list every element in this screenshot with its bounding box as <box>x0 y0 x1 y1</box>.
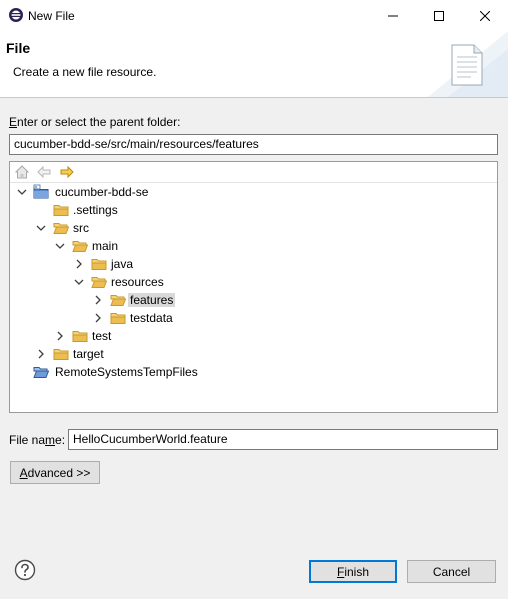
folder-icon <box>53 349 69 360</box>
tree-item-label: .settings <box>73 203 118 217</box>
maximize-icon <box>434 10 444 21</box>
tree-item-target[interactable]: target <box>10 345 497 363</box>
tree-item-remotesystemstempfiles[interactable]: RemoteSystemsTempFiles <box>10 363 497 381</box>
minimize-icon <box>388 15 398 16</box>
tree-item-resources[interactable]: resources <box>10 273 497 291</box>
chevron-right-icon[interactable] <box>93 295 103 305</box>
forward-arrow-icon[interactable] <box>59 164 75 180</box>
file-name-input[interactable]: HelloCucumberWorld.feature <box>68 429 498 450</box>
tree-item-label: src <box>73 221 89 235</box>
tree-item-testdata[interactable]: testdata <box>10 309 497 327</box>
tree-item-test[interactable]: test <box>10 327 497 345</box>
tree-item-java[interactable]: java <box>10 255 497 273</box>
folder-icon <box>72 331 88 342</box>
svg-text:M: M <box>35 185 38 189</box>
title-bar: New File <box>0 0 508 31</box>
tree-toolbar <box>10 162 497 183</box>
window-title: New File <box>28 9 75 23</box>
file-name-label: File name: <box>9 433 66 447</box>
close-button[interactable] <box>462 0 508 31</box>
chevron-right-icon[interactable] <box>36 349 46 359</box>
tree-item-main[interactable]: main <box>10 237 497 255</box>
chevron-right-icon[interactable] <box>74 259 84 269</box>
parent-folder-label: Enter or select the parent folder: <box>9 115 181 129</box>
chevron-right-icon[interactable] <box>55 331 65 341</box>
eclipse-app-icon <box>9 8 23 22</box>
folder-open-icon <box>91 277 107 288</box>
folder-icon <box>110 313 126 324</box>
tree-item-label: testdata <box>130 311 173 325</box>
chevron-down-icon[interactable] <box>74 277 84 287</box>
wizard-description: Create a new file resource. <box>13 65 157 79</box>
tree-item-settings[interactable]: .settings <box>10 201 497 219</box>
project-folder-icon <box>33 367 49 378</box>
folder-icon <box>91 259 107 270</box>
tree-item-features[interactable]: features <box>10 291 497 309</box>
parent-folder-input[interactable]: cucumber-bdd-se/src/main/resources/featu… <box>9 134 498 155</box>
tree-item-label: java <box>111 257 134 271</box>
folder-open-icon <box>110 295 126 306</box>
home-icon[interactable] <box>14 164 30 180</box>
folder-open-icon <box>72 241 88 252</box>
chevron-down-icon[interactable] <box>55 241 65 251</box>
tree-item-label-selected: features <box>128 293 176 307</box>
new-file-banner-icon <box>428 31 508 97</box>
tree-item-label: target <box>73 347 104 361</box>
folder-icon <box>53 205 69 216</box>
chevron-down-icon[interactable] <box>36 223 46 233</box>
chevron-down-icon[interactable] <box>17 187 27 197</box>
cancel-button[interactable]: Cancel <box>407 560 496 583</box>
tree-item-cucumber-bdd-se[interactable]: M cucumber-bdd-se <box>10 183 497 201</box>
tree-item-label: test <box>92 329 112 343</box>
tree-item-label: RemoteSystemsTempFiles <box>55 365 198 379</box>
folder-tree[interactable]: M cucumber-bdd-se .settings src main jav… <box>9 161 498 413</box>
chevron-right-icon[interactable] <box>93 313 103 323</box>
maximize-button[interactable] <box>416 0 462 31</box>
tree-item-src[interactable]: src <box>10 219 497 237</box>
tree-item-label: cucumber-bdd-se <box>55 185 149 199</box>
advanced-button[interactable]: Advanced >> <box>10 461 100 484</box>
wizard-title: File <box>6 40 31 56</box>
project-icon: M <box>33 184 49 199</box>
tree-item-label: resources <box>111 275 164 289</box>
help-icon[interactable] <box>14 559 36 581</box>
tree-item-label: main <box>92 239 119 253</box>
minimize-button[interactable] <box>370 0 416 31</box>
wizard-header: File Create a new file resource. <box>0 31 508 98</box>
back-arrow-icon[interactable] <box>36 164 52 180</box>
close-icon <box>480 10 490 21</box>
finish-button[interactable]: Finish <box>309 560 397 583</box>
folder-open-icon <box>53 223 69 234</box>
